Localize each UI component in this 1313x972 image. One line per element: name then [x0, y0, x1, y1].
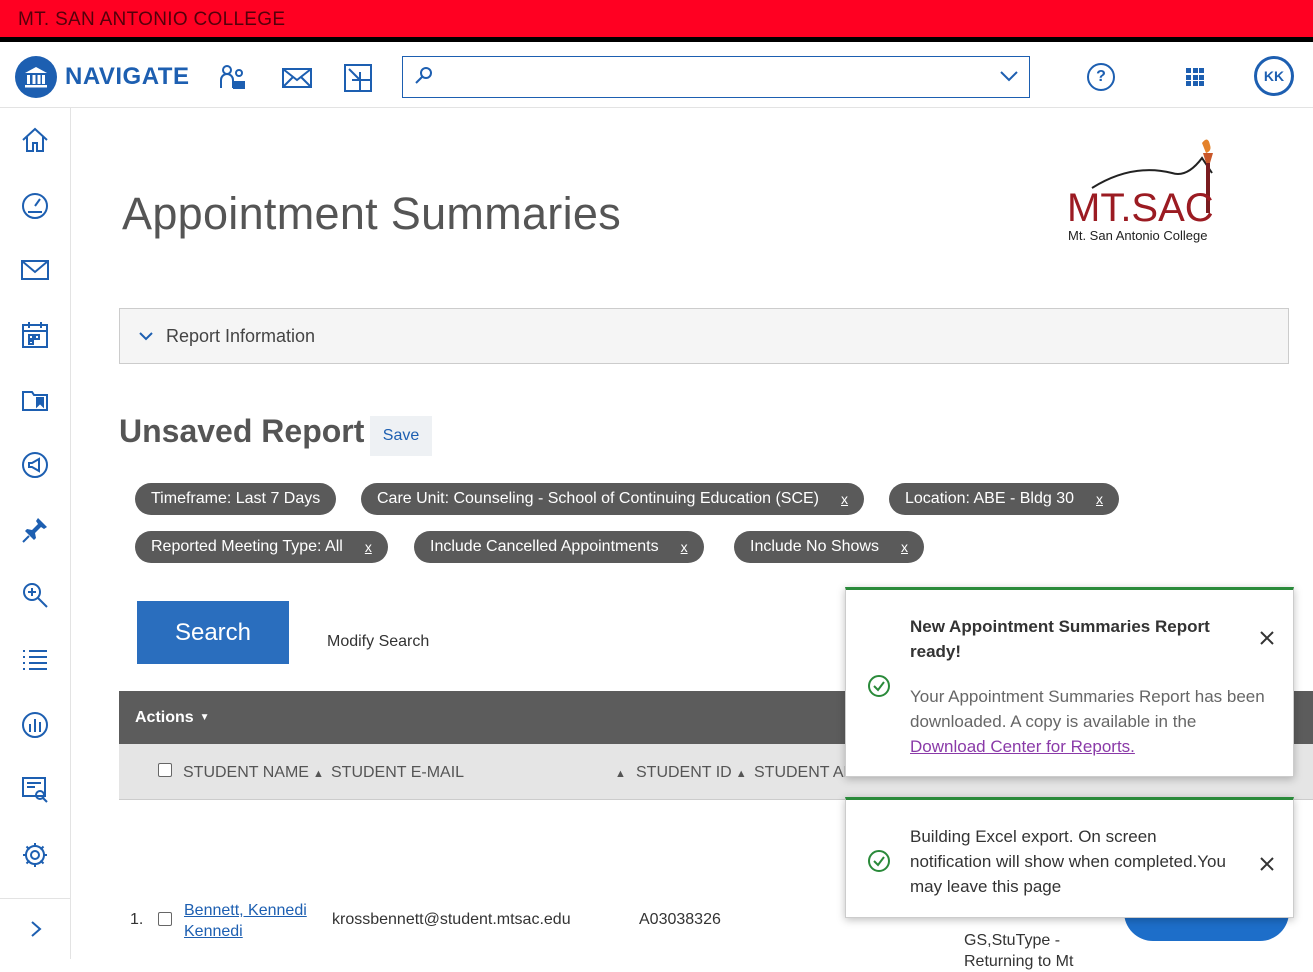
- avatar-initials: KK: [1263, 68, 1285, 84]
- column-student-name[interactable]: STUDENT NAME ▲︎: [183, 764, 324, 782]
- remove-filter-button[interactable]: x: [841, 491, 848, 507]
- caret-down-icon: ▼: [199, 712, 210, 723]
- toast-title: New Appointment Summaries Report ready!: [910, 617, 1210, 661]
- remove-filter-button[interactable]: x: [1096, 491, 1103, 507]
- modify-search-link[interactable]: Modify Search: [327, 633, 429, 651]
- remove-filter-button[interactable]: x: [901, 539, 908, 555]
- sidebar-expand-button[interactable]: [0, 898, 71, 959]
- chevron-right-icon: [30, 921, 42, 937]
- dashboard-gauge-icon[interactable]: [17, 187, 53, 223]
- filter-chip-timeframe: Timeframe: Last 7 Days: [135, 483, 337, 515]
- list-icon[interactable]: [17, 642, 53, 678]
- college-banner: MT. SAN ANTONIO COLLEGE: [0, 0, 1313, 42]
- filter-chip-cancelled: Include Cancelled Appointments x: [414, 531, 704, 563]
- help-icon[interactable]: ?: [1087, 63, 1115, 91]
- student-email: krossbennett@student.mtsac.edu: [332, 911, 571, 928]
- students-icon[interactable]: [216, 61, 250, 95]
- settings-gear-icon[interactable]: [17, 837, 53, 873]
- column-student-id[interactable]: STUDENT ID ▲︎: [636, 764, 747, 782]
- row-checkbox[interactable]: [158, 912, 172, 931]
- filter-chip-care-unit: Care Unit: Counseling - School of Contin…: [361, 483, 865, 515]
- save-report-button[interactable]: Save: [370, 416, 432, 456]
- quick-add-icon[interactable]: [341, 61, 375, 95]
- sidebar: [0, 108, 71, 959]
- report-information-label: Report Information: [166, 325, 316, 346]
- messages-icon[interactable]: [17, 252, 53, 288]
- toast-body: Your Appointment Summaries Report has be…: [910, 687, 1265, 756]
- success-check-icon: [867, 849, 891, 878]
- pin-icon[interactable]: [17, 512, 53, 548]
- global-search[interactable]: [402, 56, 1030, 98]
- student-attributes: GS,StuType - Returning to Mt: [964, 932, 1074, 970]
- analytics-icon[interactable]: [17, 707, 53, 743]
- campaign-megaphone-icon[interactable]: [17, 447, 53, 483]
- zoom-search-icon[interactable]: [17, 577, 53, 613]
- calendar-icon[interactable]: [17, 317, 53, 353]
- sort-icon: ▲︎: [312, 768, 324, 780]
- sort-icon: ▲︎: [735, 768, 747, 780]
- report-ready-toast: New Appointment Summaries Report ready! …: [845, 587, 1294, 777]
- chevron-down-icon[interactable]: [999, 69, 1019, 88]
- filter-chip-no-shows: Include No Shows x: [734, 531, 924, 563]
- filter-chip-location: Location: ABE - Bldg 30 x: [889, 483, 1119, 515]
- mtsac-logo: MT.SAC Mt. San Antonio College: [1062, 133, 1232, 248]
- logo-main-text: MT.SAC: [1067, 186, 1214, 230]
- report-name-heading: Unsaved Report: [119, 413, 365, 449]
- help-label: ?: [1096, 68, 1106, 85]
- sort-icon[interactable]: ▲︎: [611, 764, 626, 782]
- select-all-checkbox[interactable]: [158, 763, 172, 782]
- column-student-email[interactable]: STUDENT E-MAIL: [331, 764, 464, 782]
- top-navbar: NAVIGATE ? KK: [0, 47, 1313, 108]
- logo-sub-text: Mt. San Antonio College: [1068, 228, 1207, 243]
- home-icon[interactable]: [17, 122, 53, 158]
- apps-grid-icon[interactable]: [1186, 68, 1204, 86]
- actions-label: Actions: [135, 708, 194, 726]
- search-input[interactable]: [443, 63, 983, 91]
- search-icon: [413, 65, 435, 92]
- report-information-toggle[interactable]: Report Information: [119, 308, 1289, 364]
- filter-label: Reported Meeting Type: All: [151, 538, 343, 555]
- download-center-link[interactable]: Download Center for Reports.: [910, 737, 1135, 756]
- student-name-link[interactable]: Bennett, Kennedi Kennedi: [184, 900, 307, 942]
- remove-filter-button[interactable]: x: [365, 539, 372, 555]
- folder-icon[interactable]: [17, 382, 53, 418]
- success-check-icon: [867, 674, 891, 703]
- close-toast-button[interactable]: [1259, 626, 1275, 652]
- filter-label: Care Unit: Counseling - School of Contin…: [377, 490, 820, 507]
- page-title: Appointment Summaries: [122, 188, 622, 239]
- report-search-icon[interactable]: [17, 772, 53, 808]
- filter-label: Include No Shows: [750, 538, 879, 555]
- remove-filter-button[interactable]: x: [681, 539, 688, 555]
- user-avatar[interactable]: KK: [1254, 56, 1294, 96]
- filter-label: Timeframe: Last 7 Days: [151, 490, 321, 507]
- search-button[interactable]: Search: [137, 601, 289, 664]
- close-toast-button[interactable]: [1259, 852, 1275, 878]
- row-index: 1.: [130, 911, 144, 928]
- brand-name: NAVIGATE: [65, 63, 190, 90]
- excel-export-toast: Building Excel export. On screen notific…: [845, 797, 1294, 918]
- filter-label: Location: ABE - Bldg 30: [905, 490, 1074, 507]
- navigate-brand[interactable]: NAVIGATE: [15, 56, 189, 98]
- toast-message: Building Excel export. On screen notific…: [910, 827, 1226, 896]
- institution-icon: [15, 56, 57, 98]
- column-student-alt[interactable]: STUDENT AL: [754, 764, 852, 782]
- filter-label: Include Cancelled Appointments: [430, 538, 659, 555]
- filter-chip-meeting-type: Reported Meeting Type: All x: [135, 531, 388, 563]
- college-name: MT. SAN ANTONIO COLLEGE: [18, 9, 286, 30]
- student-id: A03038326: [639, 911, 721, 928]
- chevron-down-icon: [139, 332, 153, 341]
- mail-icon[interactable]: [280, 61, 314, 95]
